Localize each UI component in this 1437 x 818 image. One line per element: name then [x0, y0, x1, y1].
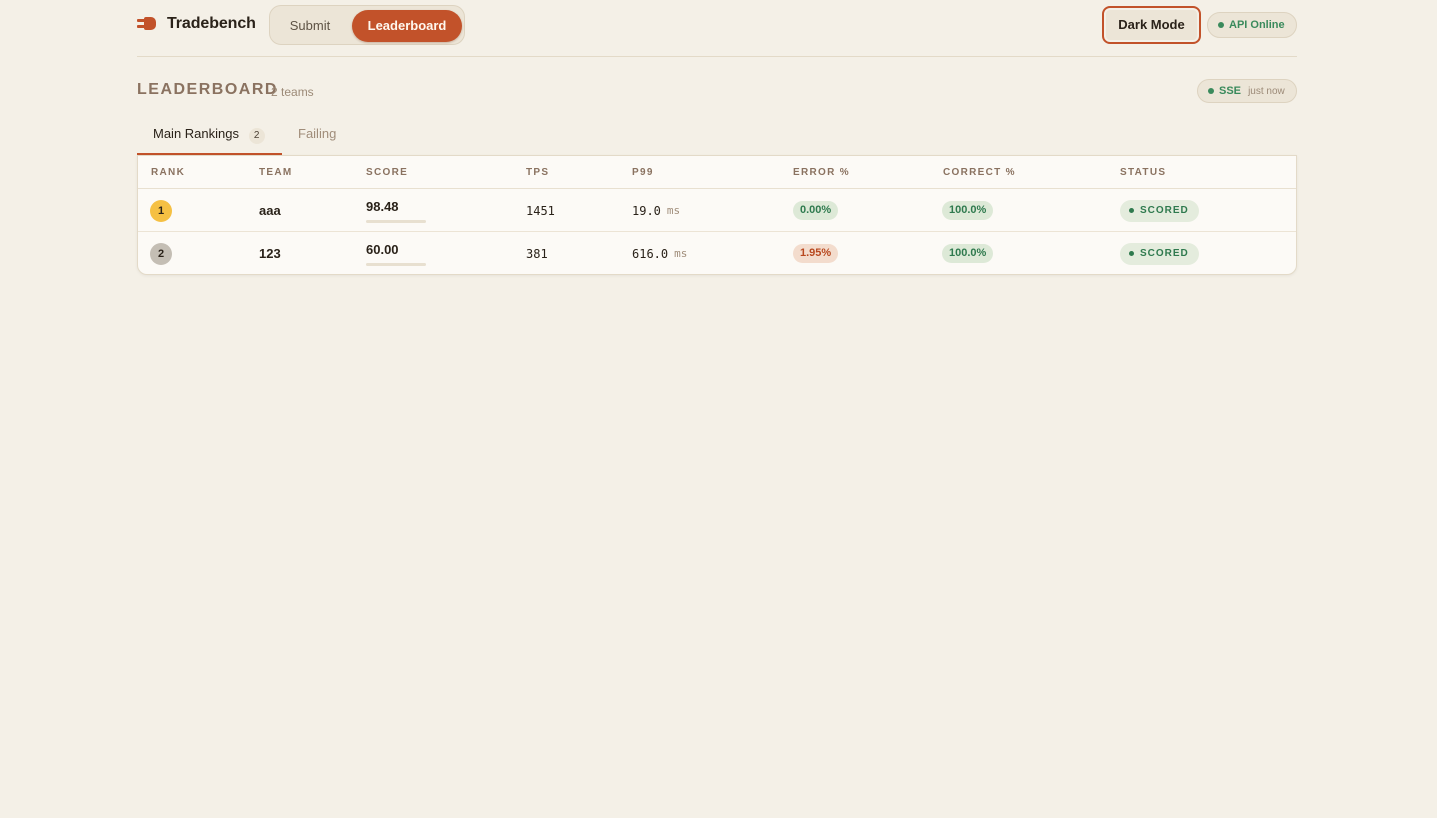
score-cell: 98.48 — [366, 189, 428, 232]
app-container: Tradebench Submit Leaderboard Dark Mode … — [137, 0, 1297, 275]
brand-name: Tradebench — [167, 15, 256, 32]
tradebench-logo-icon — [137, 16, 157, 32]
tab-failing[interactable]: Failing — [298, 117, 336, 155]
leaderboard-table: RANK TEAM SCORE TPS P99 ERROR % CORRECT … — [137, 155, 1297, 275]
score-bar — [366, 263, 426, 266]
submit-tab-button[interactable]: Submit — [274, 10, 346, 42]
table-row[interactable]: 1 aaa 98.48 1451 19.0 ms 0.00% 100.0% SC… — [138, 189, 1296, 232]
rank-badge: 2 — [150, 242, 172, 265]
p99-value: 616.0 — [632, 246, 669, 261]
status-dot-icon — [1218, 22, 1224, 28]
score-bar — [366, 220, 426, 223]
status-dot-icon — [1129, 250, 1134, 256]
column-header-status[interactable]: STATUS — [1120, 167, 1166, 178]
tab-main-rankings-label: Main Rankings — [153, 126, 239, 141]
column-header-rank[interactable]: RANK — [151, 167, 185, 178]
tps-value: 381 — [526, 246, 548, 261]
score-value: 60.00 — [366, 242, 399, 257]
sse-label: SSE — [1219, 85, 1242, 97]
column-header-tps[interactable]: TPS — [526, 167, 549, 178]
p99-value: 19.0 — [632, 203, 661, 218]
column-header-team[interactable]: TEAM — [259, 167, 293, 178]
p99-unit: ms — [674, 247, 688, 260]
tab-main-rankings[interactable]: Main Rankings 2 — [137, 117, 282, 155]
correct-rate-badge: 100.0% — [942, 244, 994, 263]
sse-status-badge: SSE just now — [1197, 79, 1297, 103]
api-status-label: API Online — [1229, 19, 1285, 31]
sse-dot-icon — [1208, 88, 1214, 94]
sse-updated-time: just now — [1248, 86, 1285, 97]
leaderboard-header: LEADERBOARD 2 teams SSE just now — [137, 57, 1297, 117]
dark-mode-button[interactable]: Dark Mode — [1102, 6, 1201, 44]
status-label: SCORED — [1140, 247, 1189, 259]
tab-count-badge: 2 — [248, 128, 265, 144]
api-status-badge: API Online — [1207, 12, 1297, 38]
status-label: SCORED — [1140, 204, 1189, 216]
team-count: 2 teams — [271, 85, 314, 99]
ranking-tabs: Main Rankings 2 Failing — [137, 117, 1297, 155]
rank-badge: 1 — [150, 199, 172, 222]
error-rate-badge: 1.95% — [793, 244, 839, 263]
score-value: 98.48 — [366, 199, 399, 214]
column-header-correct[interactable]: CORRECT % — [943, 167, 1016, 178]
status-dot-icon — [1129, 207, 1134, 213]
correct-rate-badge: 100.0% — [942, 201, 994, 220]
table-row[interactable]: 2 123 60.00 381 616.0 ms 1.95% 100.0% SC… — [138, 232, 1296, 275]
column-header-p99[interactable]: P99 — [632, 167, 654, 178]
table-header-row: RANK TEAM SCORE TPS P99 ERROR % CORRECT … — [138, 156, 1296, 189]
score-cell: 60.00 — [366, 232, 428, 275]
status-badge: SCORED — [1120, 199, 1199, 222]
brand[interactable]: Tradebench — [137, 15, 256, 33]
column-header-score[interactable]: SCORE — [366, 167, 408, 178]
column-header-error[interactable]: ERROR % — [793, 167, 850, 178]
page-title: LEADERBOARD — [137, 81, 278, 98]
team-name: 123 — [259, 246, 281, 261]
team-name: aaa — [259, 203, 281, 218]
view-switcher: Submit Leaderboard — [269, 5, 465, 45]
leaderboard-tab-button[interactable]: Leaderboard — [352, 10, 462, 42]
top-nav-bar: Tradebench Submit Leaderboard Dark Mode … — [137, 0, 1297, 57]
p99-unit: ms — [666, 204, 681, 217]
error-rate-badge: 0.00% — [793, 201, 839, 220]
status-badge: SCORED — [1120, 242, 1199, 265]
tps-value: 1451 — [526, 203, 555, 218]
